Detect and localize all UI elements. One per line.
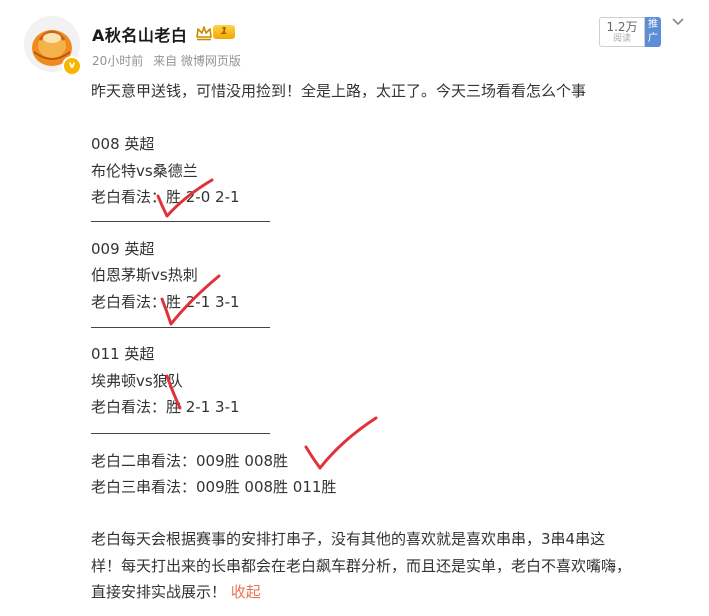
post-outro-line: 老白每天会根据赛事的安排打串子，没有其他的喜欢就是喜欢串串，3串4串这	[91, 530, 606, 548]
weibo-post-card: v A秋名山老白 1 20小时前 来自 微博网页版 1.2万 阅读 推广 昨天意…	[0, 0, 709, 616]
match-teams: 埃弗顿vs狼队	[91, 372, 183, 390]
match-teams: 布伦特vs桑德兰	[91, 162, 198, 180]
view-count-box: 1.2万 阅读	[599, 17, 645, 47]
post-outro-last: 直接安排实战展示！ 收起	[91, 582, 261, 602]
verified-v-icon: v	[62, 56, 82, 76]
parlay-three: 老白三串看法：009胜 008胜 011胜	[91, 478, 337, 496]
match-pick: 老白看法：胜 2-0 2-1	[91, 188, 240, 206]
match-code: 009 英超	[91, 240, 155, 258]
match-code: 011 英超	[91, 345, 155, 363]
post-outro-line: 样！每天打出来的长串都会在老白飙车群分析，而且还是实单，老白不喜欢嘴嗨，	[91, 557, 632, 575]
post-outro-text: 直接安排实战展示！	[91, 583, 227, 601]
view-count-label: 阅读	[612, 34, 631, 44]
level-badge: 1	[213, 25, 235, 39]
match-code: 008 英超	[91, 135, 155, 153]
view-count: 1.2万	[606, 20, 638, 34]
username[interactable]: A秋名山老白	[92, 22, 187, 46]
match-pick: 老白看法：胜 2-1 3-1	[91, 398, 240, 416]
post-source: 来自 微博网页版	[153, 54, 241, 68]
check-mark-icon	[304, 416, 378, 470]
post-time[interactable]: 20小时前	[92, 54, 143, 68]
match-pick: 老白看法：胜 2-1 3-1	[91, 293, 240, 311]
post-intro: 昨天意甲送钱，可惜没用捡到！全是上路，太正了。今天三场看看怎么个事	[91, 82, 587, 100]
divider	[91, 327, 270, 328]
promote-button[interactable]: 推广	[645, 17, 661, 47]
divider	[91, 221, 270, 222]
crown-icon	[196, 26, 212, 41]
divider	[91, 433, 270, 434]
match-teams: 伯恩茅斯vs热刺	[91, 266, 198, 284]
parlay-two: 老白二串看法：009胜 008胜	[91, 452, 289, 470]
post-meta: 20小时前 来自 微博网页版	[92, 52, 247, 69]
collapse-link[interactable]: 收起	[231, 583, 261, 601]
chevron-down-icon[interactable]	[670, 14, 686, 30]
